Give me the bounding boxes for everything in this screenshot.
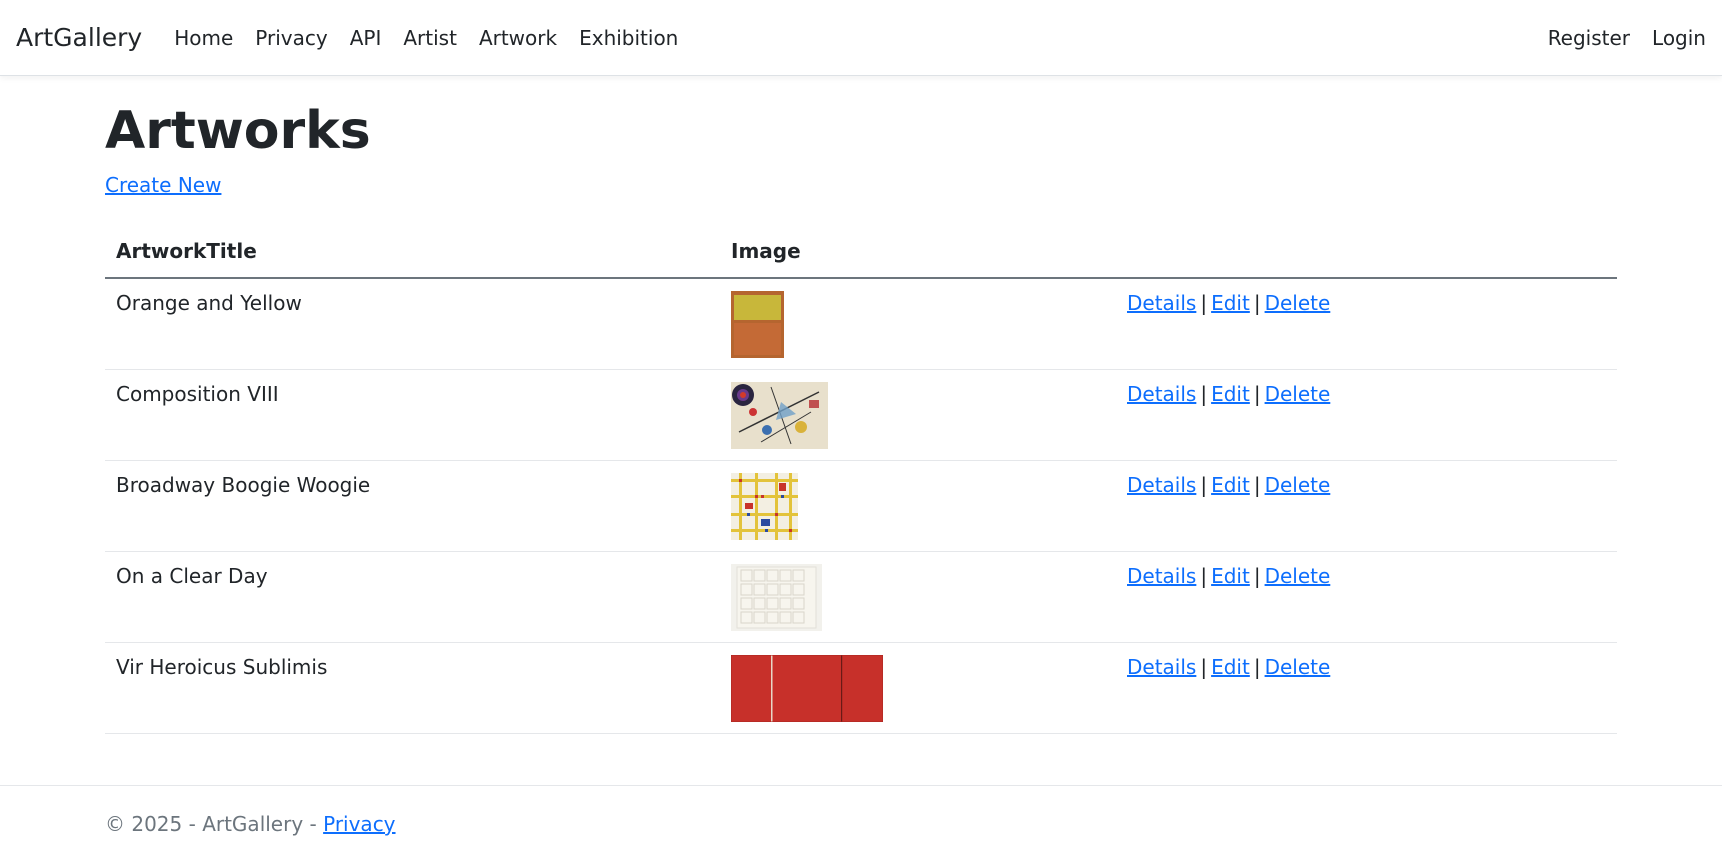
nav-home-link[interactable]: Home xyxy=(174,26,233,50)
footer-content: © 2025 - ArtGallery - Privacy xyxy=(0,786,1722,836)
artwork-title: Vir Heroicus Sublimis xyxy=(105,642,720,734)
artwork-title: On a Clear Day xyxy=(105,551,720,643)
details-link[interactable]: Details xyxy=(1127,564,1196,588)
details-link[interactable]: Details xyxy=(1127,382,1196,406)
separator: | xyxy=(1253,290,1261,315)
row-actions: Details | Edit | Delete xyxy=(1116,642,1617,734)
edit-link[interactable]: Edit xyxy=(1211,382,1250,406)
table-row: Composition VIII Details | Edit | Delete xyxy=(105,369,1617,461)
separator: | xyxy=(1200,290,1208,315)
artwork-image-cell xyxy=(720,642,1116,734)
details-link[interactable]: Details xyxy=(1127,291,1196,315)
nav-api-link[interactable]: API xyxy=(350,26,382,50)
column-header-image: Image xyxy=(720,224,1116,279)
top-navbar: ArtGallery Home Privacy API Artist Artwo… xyxy=(0,0,1722,76)
delete-link[interactable]: Delete xyxy=(1265,564,1331,588)
artwork-thumbnail[interactable] xyxy=(731,290,784,358)
nav-privacy-link[interactable]: Privacy xyxy=(255,26,327,50)
artwork-title: Orange and Yellow xyxy=(105,277,720,370)
artwork-image-cell xyxy=(720,551,1116,643)
separator: | xyxy=(1200,472,1208,497)
table-row: On a Clear Day Details | Edit | Delete xyxy=(105,551,1617,643)
edit-link[interactable]: Edit xyxy=(1211,655,1250,679)
row-actions: Details | Edit | Delete xyxy=(1116,369,1617,461)
separator: | xyxy=(1253,654,1261,679)
separator: | xyxy=(1253,472,1261,497)
details-link[interactable]: Details xyxy=(1127,473,1196,497)
separator: | xyxy=(1200,563,1208,588)
page-footer: © 2025 - ArtGallery - Privacy xyxy=(0,785,1722,866)
details-link[interactable]: Details xyxy=(1127,655,1196,679)
main-nav: Home Privacy API Artist Artwork Exhibiti… xyxy=(174,26,700,50)
artwork-thumbnail[interactable] xyxy=(731,563,822,631)
table-header-row: ArtworkTitle Image xyxy=(105,224,1617,279)
footer-copyright: © 2025 - ArtGallery - xyxy=(105,812,324,836)
nav-artwork-link[interactable]: Artwork xyxy=(479,26,557,50)
separator: | xyxy=(1253,381,1261,406)
separator: | xyxy=(1253,563,1261,588)
nav-artist-link[interactable]: Artist xyxy=(403,26,457,50)
artwork-image-cell xyxy=(720,460,1116,552)
row-actions: Details | Edit | Delete xyxy=(1116,277,1617,370)
edit-link[interactable]: Edit xyxy=(1211,291,1250,315)
artwork-title: Composition VIII xyxy=(105,369,720,461)
create-new-link[interactable]: Create New xyxy=(105,173,221,197)
artwork-image-cell xyxy=(720,369,1116,461)
register-link[interactable]: Register xyxy=(1548,26,1630,50)
login-link[interactable]: Login xyxy=(1652,26,1706,50)
separator: | xyxy=(1200,654,1208,679)
artwork-thumbnail[interactable] xyxy=(731,381,828,449)
column-header-actions xyxy=(1116,224,1617,279)
artwork-thumbnail[interactable] xyxy=(731,472,798,540)
brand-link[interactable]: ArtGallery xyxy=(16,23,142,52)
edit-link[interactable]: Edit xyxy=(1211,473,1250,497)
table-row: Vir Heroicus Sublimis Details | Edit | Delet… xyxy=(105,642,1617,734)
artwork-title: Broadway Boogie Woogie xyxy=(105,460,720,552)
table-row: Broadway Boogie Woogie Details | Edit | … xyxy=(105,460,1617,552)
delete-link[interactable]: Delete xyxy=(1265,382,1331,406)
artwork-thumbnail[interactable] xyxy=(731,654,883,722)
footer-privacy-link[interactable]: Privacy xyxy=(323,812,395,836)
page-title: Artworks xyxy=(105,101,371,161)
main-content: Artworks Create New ArtworkTitle Image O… xyxy=(0,104,1722,734)
row-actions: Details | Edit | Delete xyxy=(1116,460,1617,552)
account-nav: Register Login xyxy=(1526,26,1706,50)
delete-link[interactable]: Delete xyxy=(1265,473,1331,497)
artworks-table: ArtworkTitle Image Orange and Yellow Det… xyxy=(105,224,1617,734)
delete-link[interactable]: Delete xyxy=(1265,655,1331,679)
nav-exhibition-link[interactable]: Exhibition xyxy=(579,26,678,50)
table-row: Orange and Yellow Details | Edit | Delete xyxy=(105,277,1617,370)
delete-link[interactable]: Delete xyxy=(1265,291,1331,315)
column-header-title: ArtworkTitle xyxy=(105,224,720,279)
row-actions: Details | Edit | Delete xyxy=(1116,551,1617,643)
edit-link[interactable]: Edit xyxy=(1211,564,1250,588)
artwork-image-cell xyxy=(720,277,1116,370)
separator: | xyxy=(1200,381,1208,406)
